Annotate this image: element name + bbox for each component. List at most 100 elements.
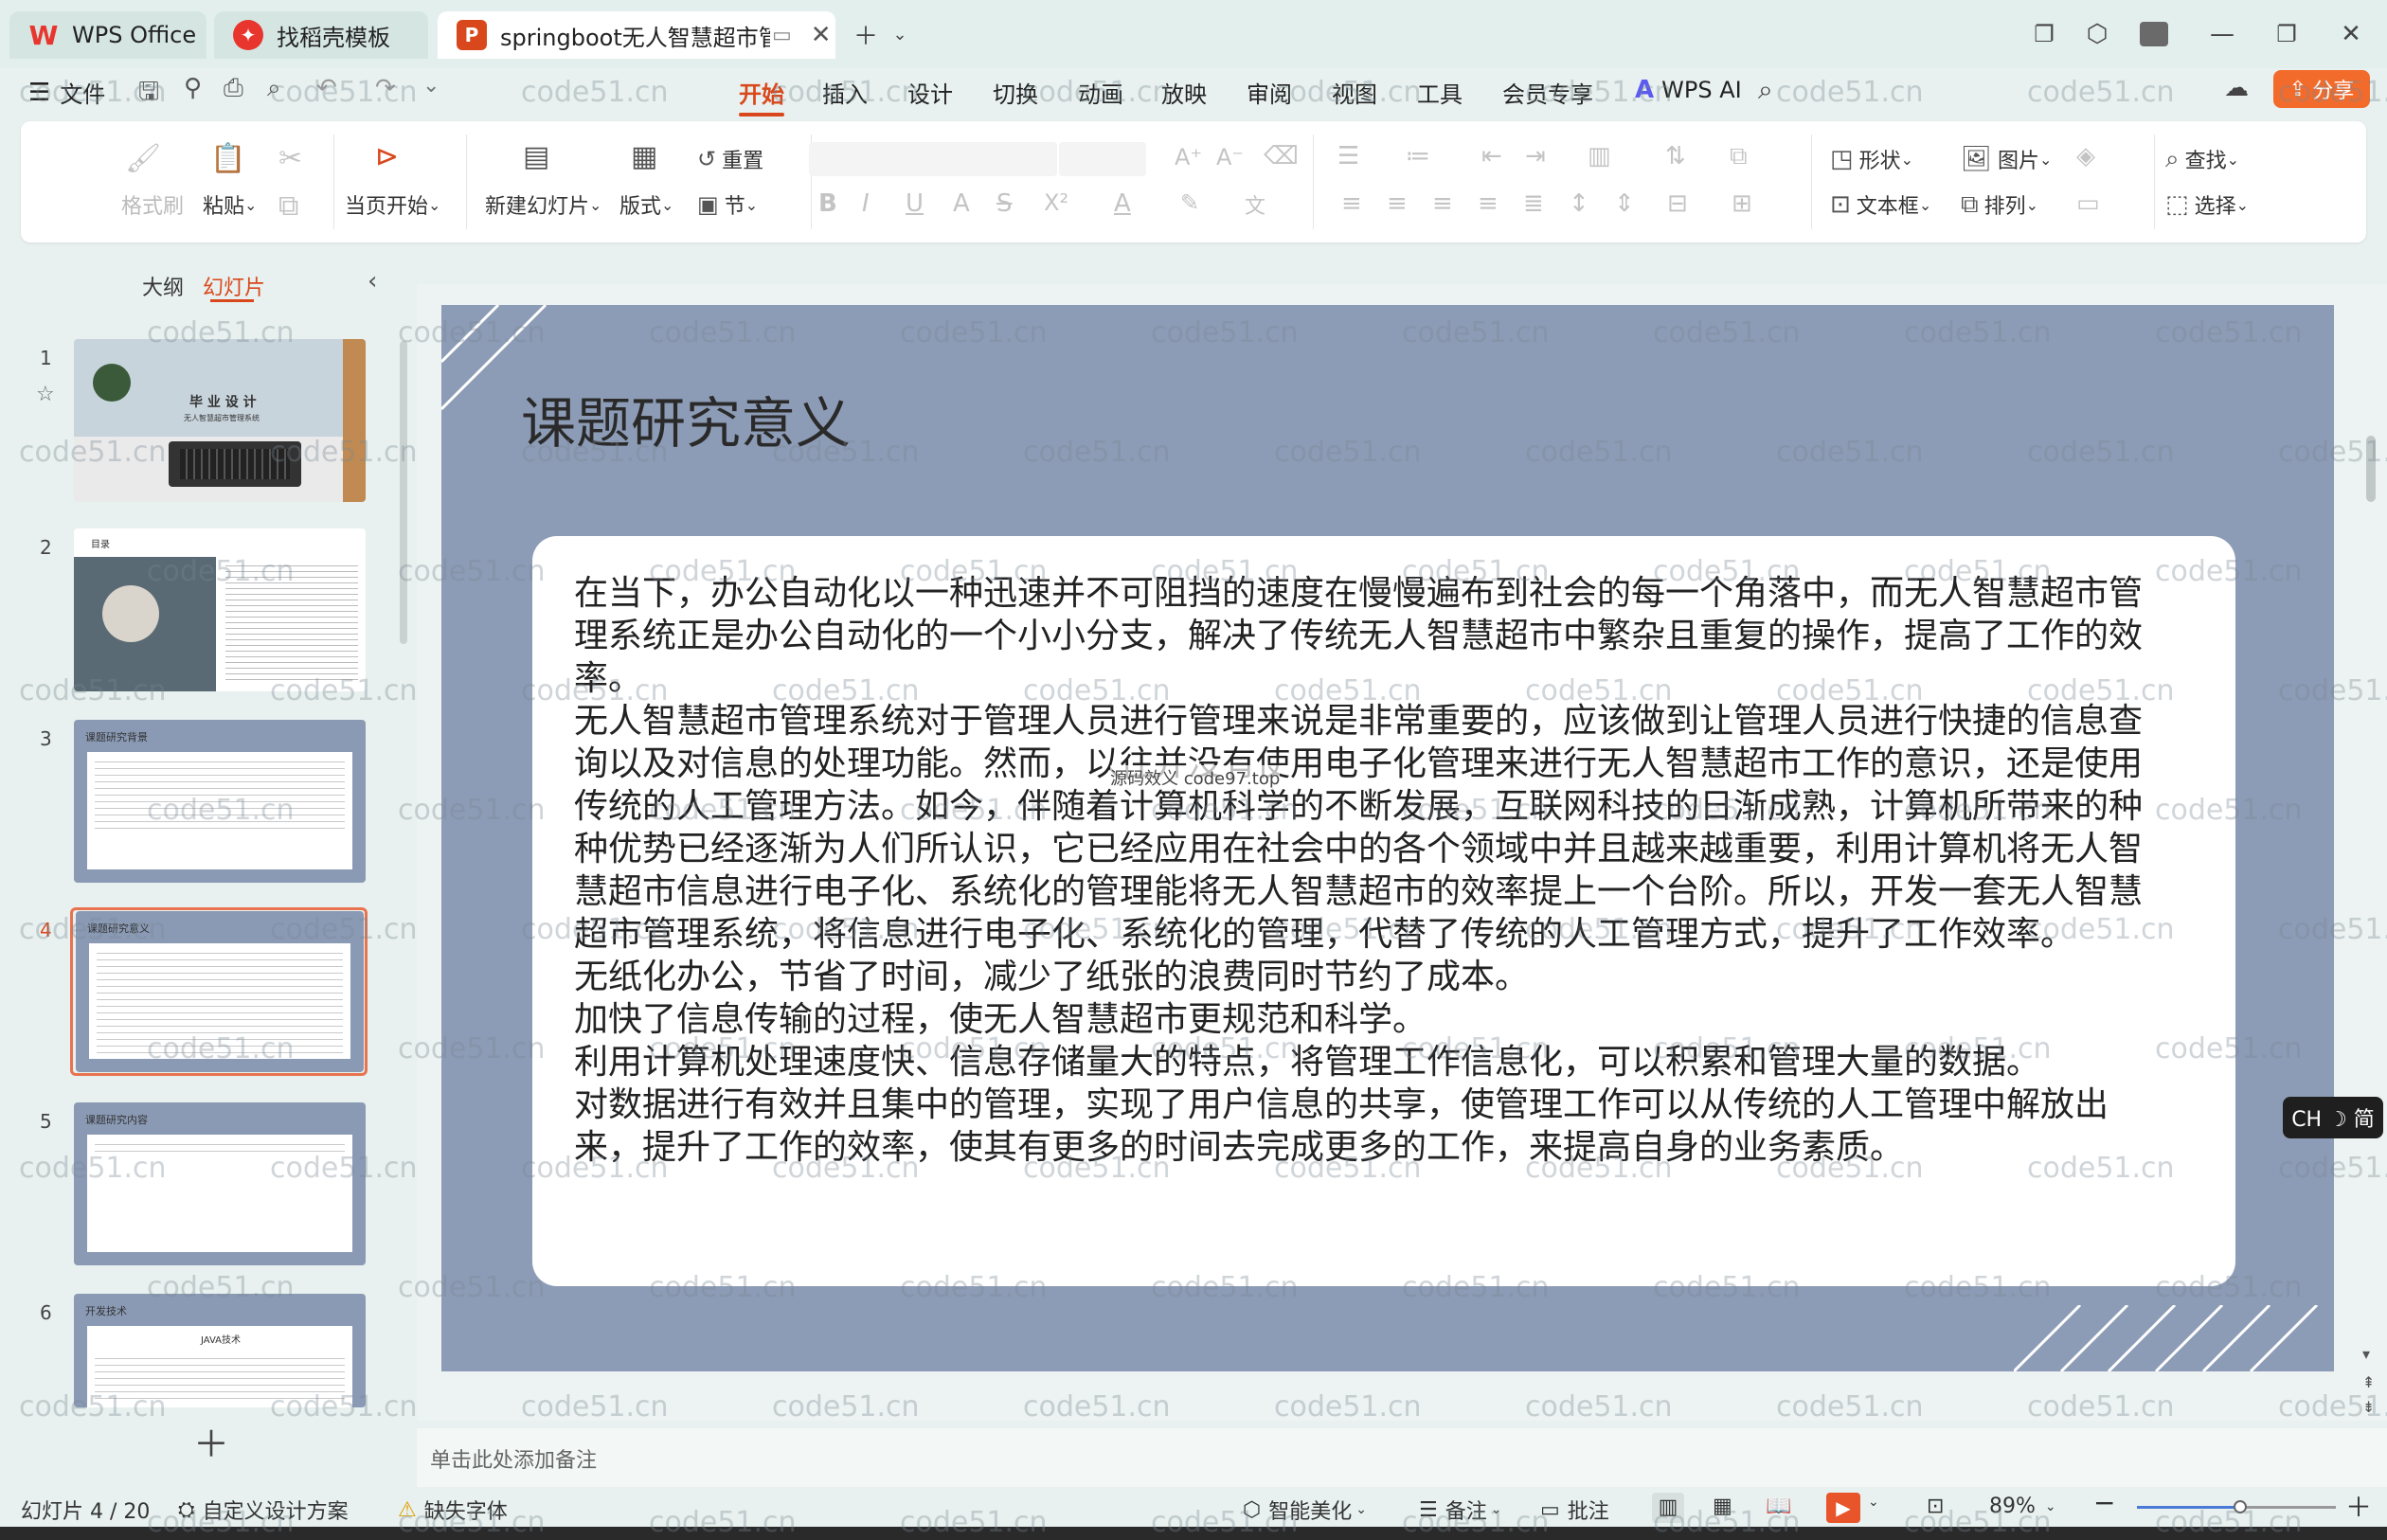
scroll-down-icon[interactable]: ▾ xyxy=(2362,1345,2370,1363)
tab-tools[interactable]: 工具 xyxy=(1417,76,1463,109)
tab-membership[interactable]: 会员专享 xyxy=(1502,76,1593,109)
convert-smartart-icon[interactable]: ⧉ xyxy=(1730,142,1748,171)
tab-home[interactable]: 开始 xyxy=(739,76,784,116)
zoom-in-icon[interactable]: ＋ xyxy=(2345,1487,2372,1525)
share-button[interactable]: ⇪ 分享 xyxy=(2273,70,2370,108)
cube-icon[interactable]: ⬡ xyxy=(2082,19,2112,49)
align-center-icon[interactable]: ≡ xyxy=(1387,189,1408,218)
slide-thumbnail-3[interactable]: 课题研究背景 xyxy=(74,720,366,883)
increase-font-icon[interactable]: A⁺ xyxy=(1175,144,1202,170)
close-tab-icon[interactable]: ✕ xyxy=(811,21,832,49)
next-slide-icon[interactable]: ⇟ xyxy=(2362,1398,2375,1416)
reset-button[interactable]: ↺ 重置 xyxy=(697,144,763,174)
cut-icon[interactable]: ✂ xyxy=(278,142,302,175)
zoom-out-icon[interactable]: − xyxy=(2093,1487,2115,1518)
play-from-current-button[interactable]: 当页开始 ⌄ xyxy=(345,189,440,220)
file-menu[interactable]: ☰ 文件 xyxy=(28,76,105,109)
monitor-icon[interactable]: ▭ xyxy=(772,24,792,47)
phonetic-icon[interactable]: 文 xyxy=(1245,189,1265,220)
new-slide-icon[interactable]: ▤ xyxy=(523,140,549,173)
tab-design[interactable]: 设计 xyxy=(907,76,953,109)
italic-icon[interactable]: I xyxy=(862,189,870,218)
layout-icon[interactable]: ▦ xyxy=(631,140,657,173)
justify-icon[interactable]: ≡ xyxy=(1478,189,1499,218)
tab-review[interactable]: 审阅 xyxy=(1247,76,1292,109)
format-painter-icon[interactable]: 🖌 xyxy=(125,142,161,175)
tab-transitions[interactable]: 切换 xyxy=(993,76,1038,109)
notes-toggle-button[interactable]: ☰ 备注 ⌄ xyxy=(1419,1495,1501,1525)
textbox-button[interactable]: ⊡ 文本框 ⌄ xyxy=(1830,189,1931,220)
play-slideshow-button[interactable]: ▶ xyxy=(1826,1493,1860,1523)
play-from-current-icon[interactable]: ⊳ xyxy=(375,140,399,173)
fit-window-icon[interactable]: ⊡ xyxy=(1927,1495,1944,1518)
paragraph-spacing-icon[interactable]: ⇕ xyxy=(1614,189,1635,218)
format-painter-button[interactable]: 格式刷 xyxy=(121,189,184,220)
underline-icon[interactable]: U xyxy=(906,189,924,218)
shadow-icon[interactable]: A xyxy=(953,189,970,218)
chevron-down-icon[interactable]: ⌄ xyxy=(885,19,915,49)
slide-thumbnail-1[interactable]: 毕 业 设 计 无人智慧超市管理系统 xyxy=(74,339,366,502)
search-icon[interactable]: ⌕ xyxy=(1758,74,1773,106)
font-color-icon[interactable]: A xyxy=(1114,189,1131,218)
arrange-button[interactable]: ⧉ 排列 ⌄ xyxy=(1961,189,2038,220)
indent-icon[interactable]: ⇥ xyxy=(1525,142,1546,170)
distribute-icon[interactable]: ≣ xyxy=(1523,189,1544,218)
tab-insert[interactable]: 插入 xyxy=(822,76,868,109)
slide-thumbnail-5[interactable]: 课题研究内容 xyxy=(74,1102,366,1265)
print-preview-icon[interactable]: ⌕ xyxy=(267,74,281,103)
zoom-level[interactable]: 89% ⌄ xyxy=(1989,1495,2056,1518)
undo-icon[interactable]: ↶ xyxy=(316,74,337,102)
ime-indicator[interactable]: CH ☽ 简 xyxy=(2283,1097,2383,1138)
panel-scrollbar[interactable] xyxy=(400,341,407,644)
find-button[interactable]: ⌕ 查找 ⌄ xyxy=(2165,144,2239,174)
fill-icon[interactable]: ◈ xyxy=(2076,142,2095,170)
tab-document[interactable]: P springboot无人智慧超市管理 ▭ ✕ xyxy=(438,11,835,59)
slide-body-text[interactable]: 在当下，办公自动化以一种迅速并不可阻挡的速度在慢慢遍布到社会的每一个角落中，而无… xyxy=(574,572,2175,1169)
tab-animations[interactable]: 动画 xyxy=(1078,76,1123,109)
font-family-select[interactable] xyxy=(809,142,1057,176)
paste-button[interactable]: 粘贴 ⌄ xyxy=(203,189,257,220)
tab-wps-office[interactable]: W WPS Office xyxy=(9,11,206,59)
new-slide-button[interactable]: 新建幻灯片 ⌄ xyxy=(485,189,601,220)
reading-view-icon[interactable]: 📖 xyxy=(1766,1495,1791,1518)
bold-icon[interactable]: B xyxy=(818,189,837,218)
custom-design-button[interactable]: ⛭ 自定义设计方案 xyxy=(178,1495,349,1525)
slides-tab[interactable]: 幻灯片 xyxy=(203,271,265,301)
paste-icon[interactable]: 📋 xyxy=(210,142,245,175)
vertical-scrollbar[interactable] xyxy=(2366,436,2376,502)
window-list-icon[interactable]: ❐ xyxy=(2029,19,2059,49)
add-slide-icon[interactable]: ＋ xyxy=(193,1415,229,1467)
columns-icon[interactable]: ▥ xyxy=(1588,142,1611,170)
line-spacing-icon[interactable]: ↕ xyxy=(1569,189,1589,218)
align-left-icon[interactable]: ≡ xyxy=(1341,189,1362,218)
comments-button[interactable]: ▭ 批注 xyxy=(1540,1495,1609,1525)
tab-view[interactable]: 视图 xyxy=(1332,76,1377,109)
chat-icon[interactable]: ☁ xyxy=(2224,74,2249,102)
slide-thumbnail-6[interactable]: 开发技术 JAVA技术 xyxy=(74,1294,366,1407)
clear-format-icon[interactable]: ⌫ xyxy=(1264,142,1299,170)
normal-view-button[interactable]: ▥ xyxy=(1652,1493,1684,1523)
slide-sorter-icon[interactable]: ▦ xyxy=(1713,1495,1732,1518)
highlight-icon[interactable]: ✎ xyxy=(1180,189,1199,216)
prev-slide-icon[interactable]: ⇞ xyxy=(2362,1373,2375,1391)
text-box-options-icon[interactable]: ⊞ xyxy=(1732,189,1752,218)
print-icon[interactable]: ⎙ xyxy=(224,74,243,103)
zoom-slider-track[interactable] xyxy=(2137,1500,2336,1513)
new-tab-icon[interactable]: ＋ xyxy=(851,19,881,51)
slideshow-options-icon[interactable]: ⌄ xyxy=(1868,1495,1879,1510)
wps-ai-button[interactable]: A WPS AI xyxy=(1635,76,1742,104)
decrease-font-icon[interactable]: A⁻ xyxy=(1216,144,1244,170)
minimize-icon[interactable]: — xyxy=(2207,19,2237,49)
tab-slideshow[interactable]: 放映 xyxy=(1161,76,1207,109)
slide-title[interactable]: 课题研究意义 xyxy=(521,379,851,458)
notes-pane[interactable]: 单击此处添加备注 xyxy=(417,1428,2387,1487)
align-right-icon[interactable]: ≡ xyxy=(1432,189,1453,218)
share-link-icon[interactable]: ⚲ xyxy=(184,74,202,102)
text-direction-icon[interactable]: ⇅ xyxy=(1665,142,1686,170)
missing-font-button[interactable]: ⚠ 缺失字体 xyxy=(398,1495,508,1525)
bullets-icon[interactable]: ☰ xyxy=(1337,142,1359,170)
smart-beautify-button[interactable]: ⬡ 智能美化 ⌄ xyxy=(1243,1495,1367,1525)
picture-button[interactable]: 🖼 图片 ⌄ xyxy=(1961,144,2052,174)
superscript-icon[interactable]: X² xyxy=(1044,189,1068,216)
tab-templates[interactable]: ✦ 找稻壳模板 xyxy=(214,11,428,59)
